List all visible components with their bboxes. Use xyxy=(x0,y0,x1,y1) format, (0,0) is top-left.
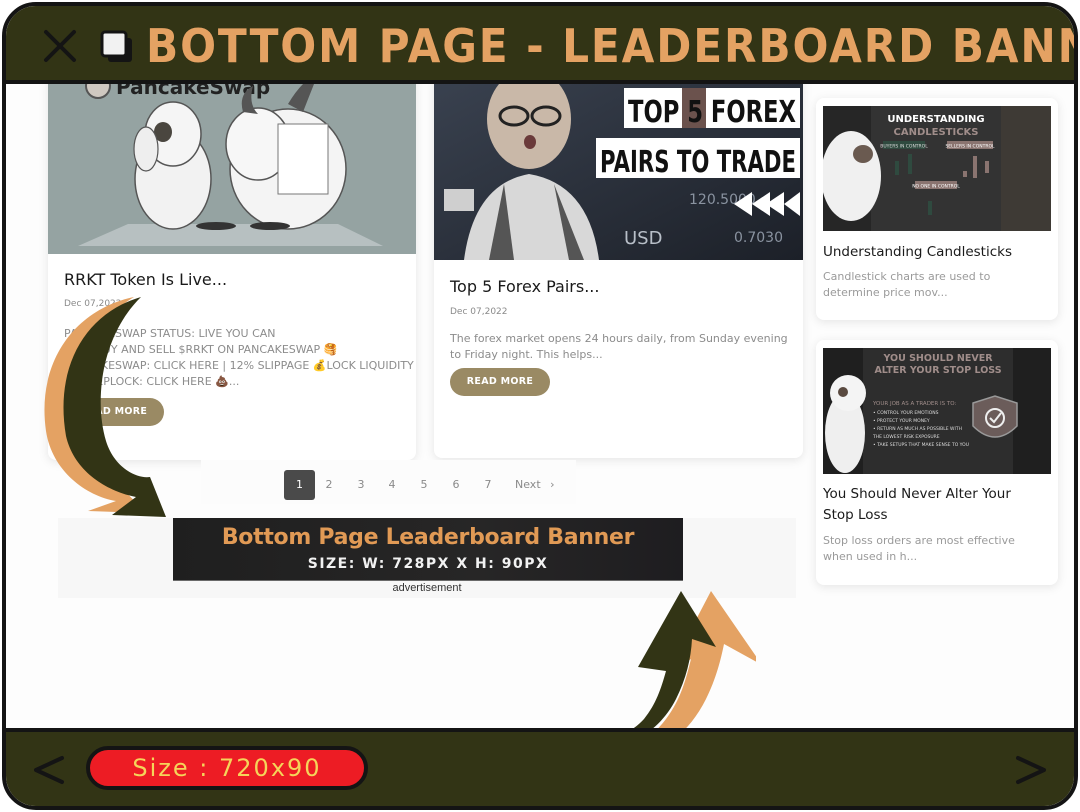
title-line: You Should Never Alter Your xyxy=(823,486,1011,502)
advertisement-label: advertisement xyxy=(392,582,462,594)
size-badge: Size : 720x90 xyxy=(86,746,368,790)
image-headline-2: PAIRS TO TRADE xyxy=(600,145,796,180)
svg-text:• CONTROL YOUR EMOTIONS: • CONTROL YOUR EMOTIONS xyxy=(873,410,939,416)
page-button-1[interactable]: 1 xyxy=(284,470,315,500)
svg-text:• RETURN AS MUCH AS POSSIBLE W: • RETURN AS MUCH AS POSSIBLE WITH xyxy=(873,426,962,432)
excerpt-line: PANCAKESWAP: CLICK HERE | 12% SLIPPAGE 💰… xyxy=(64,359,414,372)
copy-icon[interactable] xyxy=(100,30,136,66)
page-button-7[interactable]: 7 xyxy=(480,470,496,500)
presentation-frame: Bottom Page - Leaderboard Banner Pancake… xyxy=(2,2,1078,810)
svg-text:• TAKE SETUPS THAT MAKE SENSE: • TAKE SETUPS THAT MAKE SENSE TO YOU xyxy=(873,442,969,448)
excerpt-line: The forex market opens 24 hours daily, f… xyxy=(450,332,788,345)
image-headline-1: UNDERSTANDING xyxy=(887,114,984,125)
post-title[interactable]: RRKT Token Is Live... xyxy=(64,270,227,289)
read-more-button[interactable]: READ MORE xyxy=(450,368,550,396)
post-excerpt: PANCAKESWAP STATUS: LIVE YOU CAN NOW BUY… xyxy=(64,326,414,390)
image-headline-1: YOU SHOULD NEVER xyxy=(882,353,993,364)
chevron-left-icon[interactable] xyxy=(30,750,70,790)
leaderboard-ad-banner[interactable]: Bottom Page Leaderboard Banner SIZE: W: … xyxy=(173,518,683,581)
post-date: Dec 07,2022 xyxy=(450,307,508,317)
title-line: Stop Loss xyxy=(823,507,888,523)
chevron-right-icon[interactable] xyxy=(1010,750,1050,790)
post-title[interactable]: Top 5 Forex Pairs... xyxy=(450,277,599,296)
sidebar-post-title[interactable]: Understanding Candlesticks xyxy=(823,242,1012,263)
post-card: PancakeSwap RRKT Token Is Live... Dec 07… xyxy=(48,84,416,460)
chevron-right-icon: › xyxy=(550,478,555,491)
ad-size-text: SIZE: W: 728PX X H: 90PX xyxy=(307,556,549,572)
image-headline-2: ALTER YOUR STOP LOSS xyxy=(874,365,1001,376)
excerpt-line: determine price mov... xyxy=(823,286,948,299)
post-excerpt: The forex market opens 24 hours daily, f… xyxy=(450,331,800,363)
read-more-button[interactable]: READ MORE xyxy=(64,398,164,426)
ad-container: Bottom Page Leaderboard Banner SIZE: W: … xyxy=(58,518,796,598)
page-button-2[interactable]: 2 xyxy=(321,470,337,500)
sidebar-post-card: YOU SHOULD NEVER ALTER YOUR STOP LOSS YO… xyxy=(816,340,1058,585)
ad-title: Bottom Page Leaderboard Banner xyxy=(221,525,635,550)
sidebar-post-card: UNDERSTANDING CANDLESTICKS BUYERS IN CON… xyxy=(816,98,1058,320)
svg-text:120.5000 -: 120.5000 - xyxy=(689,192,765,208)
svg-text:NO ONE IN CONTROL: NO ONE IN CONTROL xyxy=(912,184,960,190)
excerpt-line: Stop loss orders are most effective xyxy=(823,534,1015,547)
svg-text:SELLERS IN CONTROL: SELLERS IN CONTROL xyxy=(945,144,995,150)
page-button-3[interactable]: 3 xyxy=(353,470,369,500)
next-page-button[interactable]: Next › xyxy=(515,470,565,500)
excerpt-line: Candlestick charts are used to xyxy=(823,270,991,283)
page-button-5[interactable]: 5 xyxy=(416,470,432,500)
image-headline-2: CANDLESTICKS xyxy=(894,127,979,138)
svg-text:0.7030: 0.7030 xyxy=(734,230,783,246)
page-button-4[interactable]: 4 xyxy=(384,470,400,500)
svg-text:• PROTECT YOUR MONEY: • PROTECT YOUR MONEY xyxy=(873,418,930,424)
post-card: CAD USD 120.5000 - USD 0.7030 xyxy=(434,84,803,458)
close-icon[interactable] xyxy=(40,26,80,66)
sidebar-post-excerpt: Candlestick charts are used to determine… xyxy=(823,269,990,301)
svg-text:YOUR JOB AS A TRADER IS TO:: YOUR JOB AS A TRADER IS TO: xyxy=(872,401,956,407)
website-preview: PancakeSwap RRKT Token Is Live... Dec 07… xyxy=(6,84,1074,734)
bottom-bar: Size : 720x90 xyxy=(6,728,1074,806)
page-button-6[interactable]: 6 xyxy=(448,470,464,500)
excerpt-line: NOW BUY AND SELL $RRKT ON PANCAKESWAP 🥞 xyxy=(64,343,338,356)
sidebar-post-title[interactable]: You Should Never Alter Your Stop Loss xyxy=(823,484,1011,526)
post-image[interactable]: CAD USD 120.5000 - USD 0.7030 xyxy=(434,84,803,260)
image-headline-1: TOP 5 FOREX xyxy=(628,95,796,130)
sidebar-post-excerpt: Stop loss orders are most effective when… xyxy=(823,533,1015,565)
title-bar: Bottom Page - Leaderboard Banner xyxy=(6,6,1074,84)
svg-text:THE LOWEST RISK EXPOSURE: THE LOWEST RISK EXPOSURE xyxy=(872,434,940,440)
svg-text:USD: USD xyxy=(624,228,662,249)
banner-title: Bottom Page - Leaderboard Banner xyxy=(146,19,1078,73)
excerpt-line: AT DEEPLOCK: CLICK HERE 💩... xyxy=(64,375,240,388)
post-image[interactable]: PancakeSwap xyxy=(48,84,416,254)
next-label: Next xyxy=(515,478,541,491)
svg-text:BUYERS IN CONTROL: BUYERS IN CONTROL xyxy=(880,144,928,150)
excerpt-line: PANCAKESWAP STATUS: LIVE YOU CAN xyxy=(64,327,276,340)
excerpt-line: to Friday night. This helps... xyxy=(450,348,603,361)
sidebar-post-image[interactable]: UNDERSTANDING CANDLESTICKS BUYERS IN CON… xyxy=(823,106,1051,231)
excerpt-line: when used in h... xyxy=(823,550,918,563)
sidebar-post-image[interactable]: YOU SHOULD NEVER ALTER YOUR STOP LOSS YO… xyxy=(823,348,1051,474)
post-date: Dec 07,2022 xyxy=(64,299,122,309)
